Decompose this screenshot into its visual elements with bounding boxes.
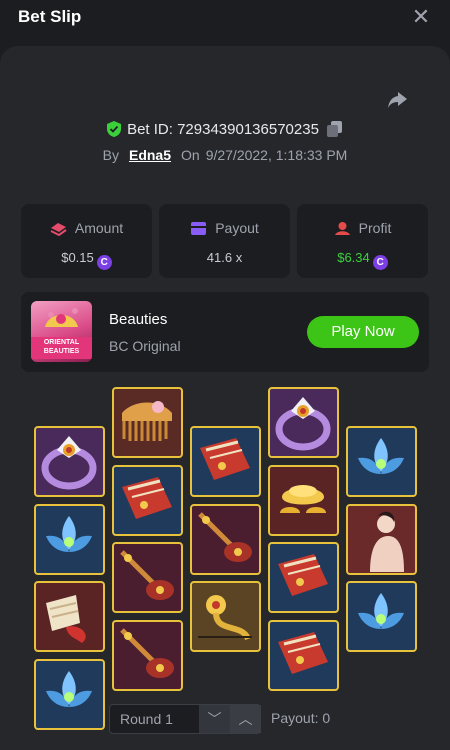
- book-icon: [200, 438, 250, 480]
- pipa-icon: [120, 550, 174, 600]
- ruyi-icon: [198, 595, 252, 641]
- chevron-up-icon[interactable]: ︿: [230, 705, 261, 733]
- lotus-icon: [358, 593, 404, 629]
- round-selector[interactable]: Round 1 ﹀ ︿: [109, 704, 261, 734]
- pipa-icon: [120, 628, 174, 678]
- lotus-icon: [46, 671, 92, 707]
- reel-grid: [0, 0, 450, 750]
- symbol-tile-book: [268, 620, 339, 691]
- symbol-tile-fan: [34, 581, 105, 652]
- symbol-tile-book: [190, 426, 261, 497]
- symbol-tile-ruyi: [190, 581, 261, 652]
- symbol-tile-gold: [268, 465, 339, 536]
- lady-icon: [370, 511, 404, 572]
- symbol-tile-lady: [346, 504, 417, 575]
- lotus-icon: [46, 516, 92, 552]
- symbol-tile-lotus: [346, 426, 417, 497]
- symbol-tile-lotus: [34, 504, 105, 575]
- round-label: Round 1: [120, 711, 173, 727]
- pipa-icon: [198, 512, 252, 562]
- symbol-tile-lotus: [346, 581, 417, 652]
- round-payout: Payout: 0: [271, 710, 331, 726]
- comb-icon: [122, 401, 172, 441]
- symbol-tile-pipa: [112, 620, 183, 691]
- book-icon: [278, 554, 328, 596]
- symbol-tile-comb: [112, 387, 183, 458]
- symbol-tile-pipa: [190, 504, 261, 575]
- ring-icon: [275, 397, 331, 451]
- symbol-tile-ring: [268, 387, 339, 458]
- symbol-tile-book: [268, 542, 339, 613]
- fan-icon: [46, 595, 86, 643]
- book-icon: [122, 477, 172, 519]
- symbol-tile-book: [112, 465, 183, 536]
- lotus-icon: [358, 438, 404, 474]
- symbol-tile-lotus: [34, 659, 105, 730]
- symbol-tile-pipa: [112, 542, 183, 613]
- gold-icon: [280, 485, 326, 513]
- symbol-tile-ring: [34, 426, 105, 497]
- ring-icon: [41, 436, 97, 490]
- chevron-down-icon[interactable]: ﹀: [199, 705, 230, 733]
- book-icon: [278, 632, 328, 674]
